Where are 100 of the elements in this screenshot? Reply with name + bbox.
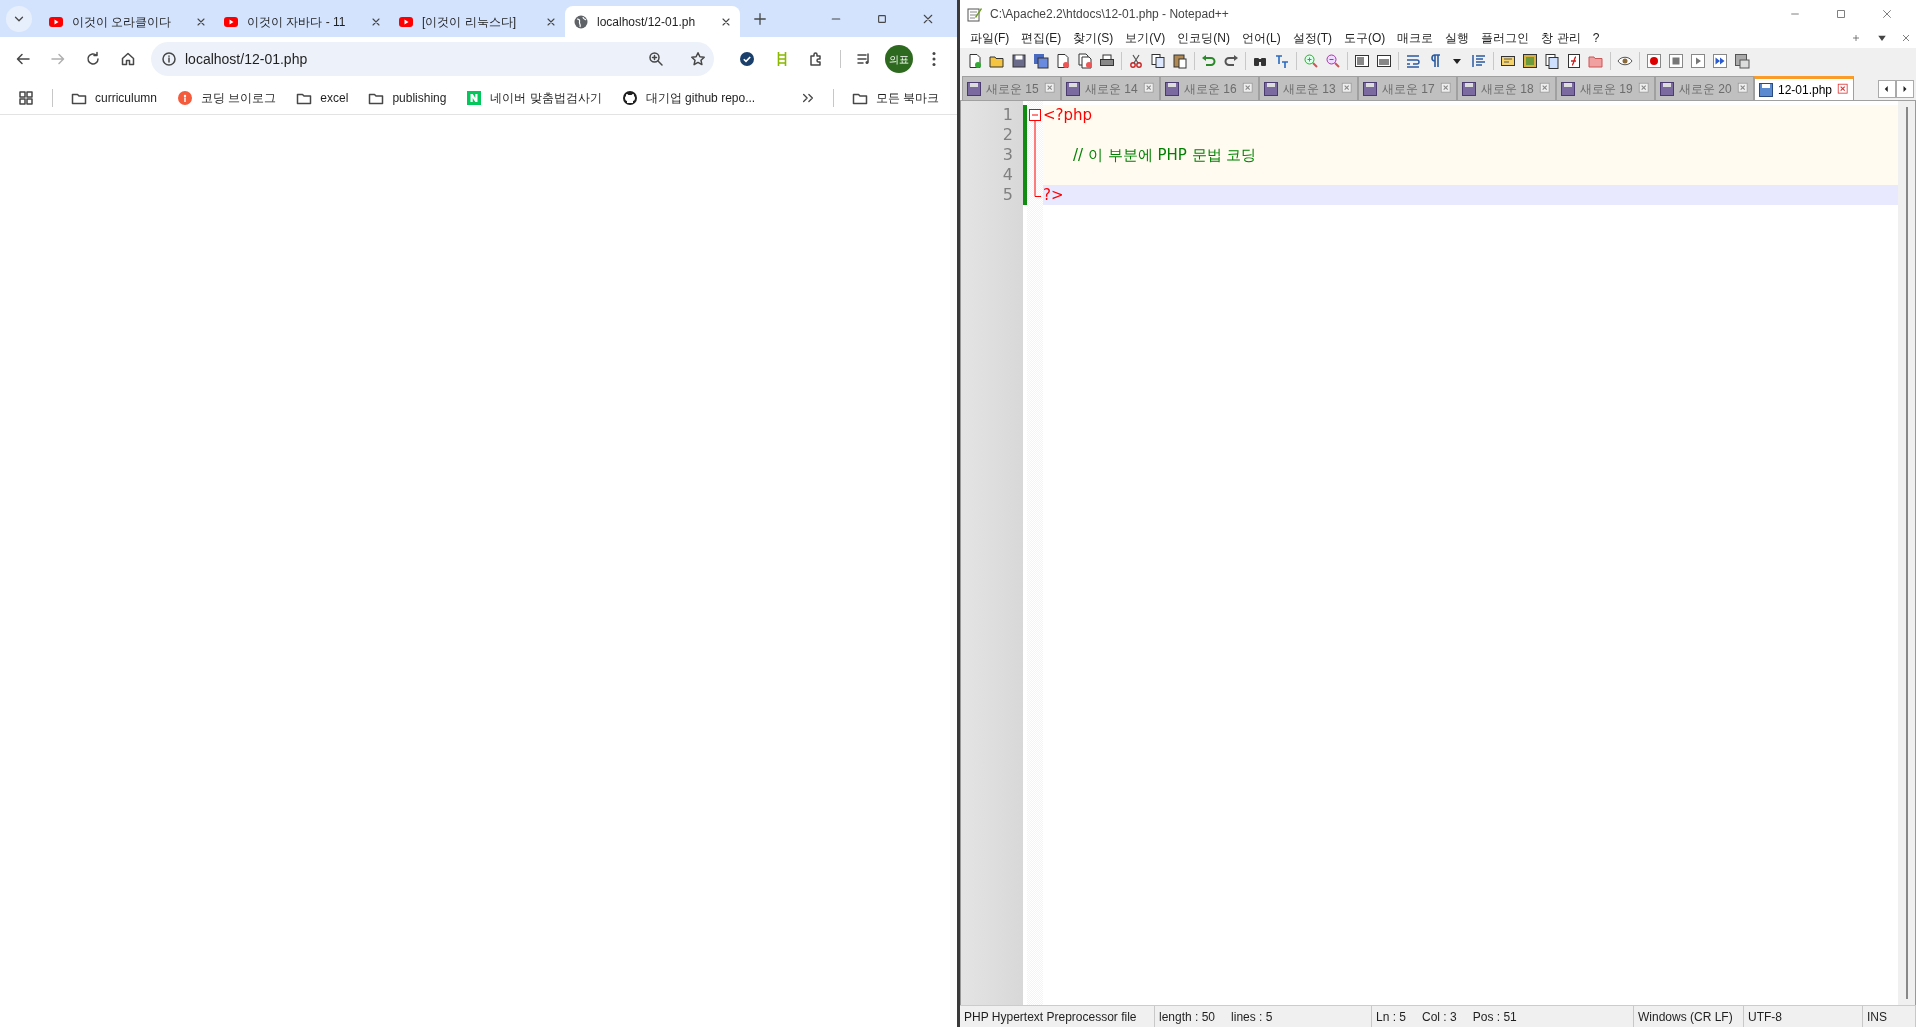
menu-item[interactable]: 인코딩(N) bbox=[1171, 28, 1236, 47]
menu-item[interactable]: 도구(O) bbox=[1338, 28, 1392, 47]
scroll-right-button[interactable] bbox=[1896, 79, 1914, 98]
menu-item[interactable]: 찾기(S) bbox=[1067, 28, 1120, 47]
save-all-icon bbox=[1033, 53, 1049, 69]
browser-tab[interactable]: [이것이 리눅스다] bbox=[390, 6, 565, 37]
bookmark[interactable]: 네이버 맞춤법검사기 bbox=[460, 86, 608, 109]
sync-vertical-icon bbox=[1354, 53, 1370, 69]
save-macro-icon bbox=[1734, 53, 1750, 69]
notepad-app-icon bbox=[966, 5, 982, 22]
browser-tab[interactable]: 이것이 오라클이다 bbox=[40, 6, 215, 37]
replace-icon bbox=[1274, 53, 1290, 69]
zoom-in-icon bbox=[1303, 53, 1319, 69]
menu-item[interactable]: 파일(F) bbox=[964, 28, 1016, 47]
menu-item[interactable]: 플러그인 bbox=[1475, 28, 1536, 47]
indent-guide-icon bbox=[1471, 53, 1487, 69]
menu-item[interactable]: 편집(E) bbox=[1015, 28, 1068, 47]
menu-item[interactable]: 실행 bbox=[1439, 28, 1476, 47]
browser-tab[interactable]: localhost/12-01.ph bbox=[565, 6, 740, 37]
copy-icon bbox=[1150, 53, 1166, 69]
tab-label: 새로운 18 bbox=[1481, 80, 1535, 98]
status-text: Ln : 5 bbox=[1376, 1008, 1407, 1026]
stop-icon bbox=[1668, 53, 1684, 69]
close-file-icon bbox=[1055, 53, 1071, 69]
paste-icon bbox=[1172, 53, 1188, 69]
bookmark[interactable]: 모든 북마크 bbox=[845, 86, 945, 109]
tab-label: 새로운 13 bbox=[1283, 80, 1337, 98]
tab-label: 새로운 15 bbox=[986, 80, 1040, 98]
reload-icon bbox=[84, 51, 101, 67]
status-text: length : 50 bbox=[1159, 1008, 1216, 1026]
maximize-icon bbox=[1835, 7, 1847, 20]
home-icon bbox=[119, 51, 136, 67]
line-number: 3 bbox=[1001, 145, 1013, 165]
file-tab[interactable]: 12-01.php bbox=[1754, 76, 1854, 100]
document-list-icon bbox=[1544, 53, 1560, 69]
tab-label: 새로운 20 bbox=[1679, 80, 1733, 98]
line-number: 4 bbox=[1001, 165, 1013, 185]
menu-item[interactable]: 창 관리 bbox=[1535, 28, 1587, 47]
window-title: C:\Apache2.2\htdocs\12-01.php - Notepad++ bbox=[990, 5, 1230, 23]
menu-item[interactable]: 언어(L) bbox=[1236, 28, 1287, 47]
close-all-icon bbox=[1077, 53, 1093, 69]
status-text: Pos : 51 bbox=[1472, 1008, 1517, 1026]
grid-icon bbox=[18, 89, 34, 106]
cut-icon bbox=[1128, 53, 1144, 69]
bookmark[interactable]: 코딩 브이로그 bbox=[171, 86, 283, 109]
function-list-icon bbox=[1566, 53, 1582, 69]
url-text: localhost/12-01.php bbox=[185, 49, 309, 69]
tab-label: 새로운 14 bbox=[1085, 80, 1139, 98]
site-logo-icon bbox=[177, 89, 193, 106]
status-text: INS bbox=[1867, 1008, 1887, 1026]
tab-label: 12-01.php bbox=[1778, 81, 1833, 99]
line-number: 5 bbox=[1001, 185, 1013, 205]
naver-logo-icon bbox=[466, 89, 483, 106]
undo-icon bbox=[1201, 53, 1217, 69]
tab-label: 새로운 16 bbox=[1184, 80, 1238, 98]
scroll-left-button[interactable] bbox=[1878, 79, 1896, 98]
close-icon[interactable] bbox=[1837, 83, 1850, 96]
status-text: Col : 3 bbox=[1422, 1008, 1457, 1026]
status-text: Windows (CR LF) bbox=[1638, 1008, 1733, 1026]
zoom-out-icon bbox=[1325, 53, 1341, 69]
open-folder-icon bbox=[989, 53, 1005, 69]
plus-icon bbox=[753, 12, 767, 27]
play-icon bbox=[1690, 53, 1706, 69]
star-icon[interactable] bbox=[689, 51, 706, 67]
bookmark[interactable]: curriculumn bbox=[65, 86, 163, 109]
maximize-icon bbox=[876, 12, 888, 25]
menu-item[interactable]: 매크로 bbox=[1391, 28, 1440, 47]
record-icon bbox=[1646, 53, 1662, 69]
status-text: lines : 5 bbox=[1231, 1008, 1273, 1026]
close-window-icon bbox=[922, 12, 934, 25]
menu-item[interactable]: 설정(T) bbox=[1286, 28, 1338, 47]
info-icon bbox=[161, 51, 177, 67]
bookmark[interactable]: excel bbox=[290, 86, 355, 109]
print-icon bbox=[1099, 53, 1115, 69]
redo-icon bbox=[1223, 53, 1239, 69]
fast-forward-icon bbox=[1712, 53, 1728, 69]
menu-item[interactable]: 보기(V) bbox=[1119, 28, 1172, 47]
tab-label: 새로운 19 bbox=[1580, 80, 1634, 98]
vertical-scrollbar[interactable] bbox=[1898, 101, 1915, 1005]
browser-tab[interactable]: 이것이 자바다 - 11 bbox=[215, 6, 390, 37]
close-window-icon bbox=[1881, 7, 1893, 20]
forward-arrow-icon bbox=[50, 51, 67, 67]
status-text: UTF-8 bbox=[1748, 1008, 1782, 1026]
folder-tree-icon bbox=[1500, 53, 1516, 69]
menu-item[interactable]: ? bbox=[1586, 28, 1606, 47]
bookmark[interactable]: publishing bbox=[362, 86, 453, 109]
address-bar[interactable]: localhost/12-01.php bbox=[151, 42, 714, 76]
word-wrap-icon bbox=[1405, 53, 1421, 69]
check-badge-icon bbox=[738, 51, 755, 67]
profile-button[interactable]: 의표 bbox=[883, 43, 915, 75]
bookmark[interactable]: 대기업 github repo... bbox=[615, 86, 762, 109]
zoom-icon[interactable] bbox=[647, 51, 664, 67]
sync-horizontal-icon bbox=[1376, 53, 1392, 69]
line-number: 1 bbox=[1001, 105, 1013, 125]
globe-icon bbox=[573, 13, 589, 30]
new-file-icon bbox=[967, 53, 983, 69]
back-arrow-icon bbox=[15, 51, 32, 67]
tab-title: 이것이 오라클이다 bbox=[72, 13, 173, 31]
line-number: 2 bbox=[1001, 125, 1013, 145]
tab-title: localhost/12-01.ph bbox=[597, 13, 697, 31]
